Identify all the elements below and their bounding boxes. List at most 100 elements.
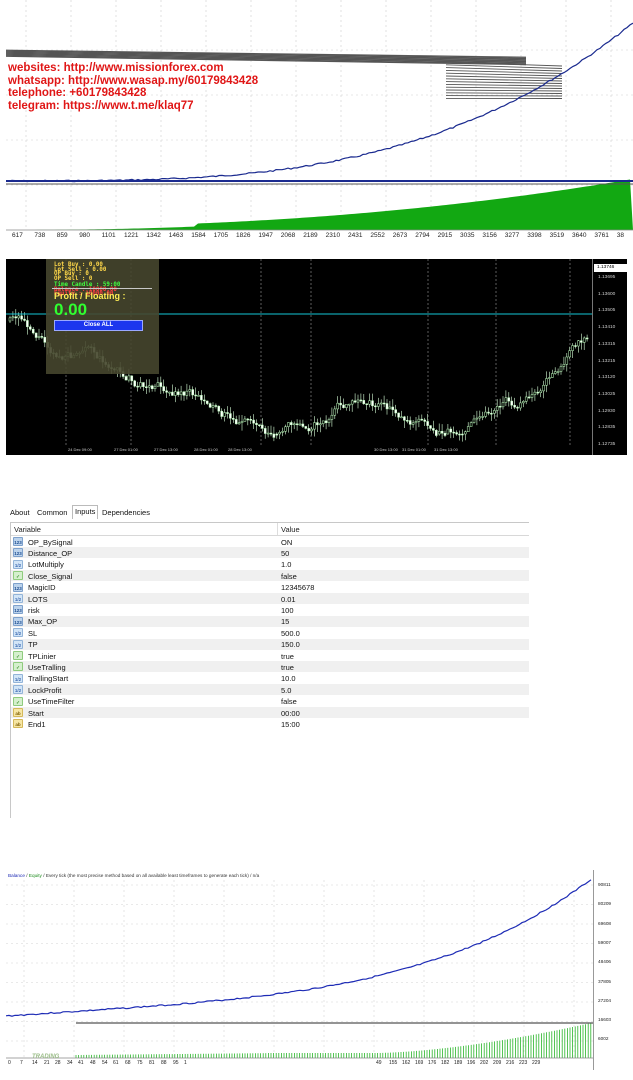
- variable-value[interactable]: false: [281, 572, 297, 581]
- variable-name: MagicID: [28, 583, 56, 593]
- candle-body: [275, 433, 279, 436]
- candle-body: [548, 377, 551, 379]
- variable-value[interactable]: 100: [281, 606, 294, 615]
- x-tick-label: 3398: [527, 232, 542, 239]
- variable-value[interactable]: 0.01: [281, 595, 296, 604]
- variable-name: UseTimeFilter: [28, 697, 75, 707]
- close-all-button[interactable]: Close ALL: [54, 320, 143, 331]
- variable-name: Distance_OP: [28, 548, 73, 558]
- candle-body: [330, 414, 334, 420]
- variable-value[interactable]: 1.0: [281, 560, 291, 569]
- candle-body: [139, 382, 142, 388]
- candle-body: [545, 378, 548, 386]
- candle-body: [571, 345, 574, 351]
- int-type-icon: 123: [13, 548, 23, 558]
- table-row[interactable]: 1/2 LockProfit 5.0: [11, 684, 529, 696]
- table-row[interactable]: ab Start 00:00: [11, 707, 529, 718]
- int-type-icon: 123: [13, 605, 23, 615]
- variable-name: risk: [28, 605, 40, 615]
- candle-body: [530, 394, 534, 398]
- x-tick-label: 202: [480, 1060, 489, 1066]
- equity-area: [6, 179, 633, 230]
- candle-body: [397, 412, 400, 418]
- variable-value[interactable]: ON: [281, 538, 292, 547]
- table-row[interactable]: 1/2 SL 500.0: [11, 627, 529, 638]
- table-row[interactable]: 123 OP_BySignal ON: [11, 536, 529, 547]
- column-variable[interactable]: Variable: [14, 525, 41, 534]
- table-row[interactable]: ✓ UseTralling true: [11, 661, 529, 673]
- candle-body: [316, 422, 319, 426]
- candle-body: [539, 390, 542, 393]
- candle-body: [159, 382, 163, 387]
- price-chart-panel[interactable]: Lot Buy : 0.00 Lot Sell : 0.00 OP Buy : 0O…: [6, 259, 627, 455]
- variable-value[interactable]: 150.0: [281, 640, 300, 649]
- candle-body: [423, 419, 426, 422]
- variable-value[interactable]: 12345678: [281, 583, 314, 592]
- x-tick-label: 3035: [460, 232, 475, 239]
- table-row[interactable]: ab End1 15:00: [11, 718, 529, 729]
- variable-value[interactable]: 500.0: [281, 629, 300, 638]
- column-value[interactable]: Value: [281, 525, 300, 534]
- candle-body: [301, 423, 305, 427]
- candle-body: [368, 400, 371, 405]
- x-tick-label: 223: [519, 1060, 528, 1066]
- variable-name: OP_BySignal: [28, 537, 73, 547]
- tab-dependencies[interactable]: Dependencies: [102, 508, 150, 517]
- time-tick-label: 28 Dec 01:00: [194, 447, 218, 452]
- variable-value[interactable]: 00:00: [281, 709, 300, 718]
- candle-body: [287, 422, 290, 427]
- candle-body: [23, 318, 26, 321]
- variable-value[interactable]: false: [281, 697, 297, 706]
- tester-x-axis: 617 738 859 980 1101 1221 1342 1463 1584 1705 1826…: [6, 232, 633, 244]
- table-row[interactable]: 1/2 LotMultiply 1.0: [11, 559, 529, 570]
- candle-body: [336, 402, 339, 410]
- price-tick-label: 1.13120: [598, 375, 616, 381]
- table-row[interactable]: 123 MagicID 12345678: [11, 582, 529, 593]
- candle-body: [156, 382, 160, 387]
- variable-name: TPLinier: [28, 651, 56, 661]
- table-row[interactable]: 1/2 TrallingStart 10.0: [11, 673, 529, 684]
- candle-body: [327, 419, 331, 423]
- graph-title: Balance / Equity / Every tick (the most …: [8, 873, 259, 878]
- candle-body: [17, 315, 20, 319]
- variable-value[interactable]: 5.0: [281, 686, 291, 695]
- variable-value[interactable]: 10.0: [281, 674, 296, 683]
- x-tick-label: 1342: [146, 232, 161, 239]
- variable-value[interactable]: true: [281, 652, 294, 661]
- table-row[interactable]: 123 Max_OP 15: [11, 615, 529, 627]
- table-row[interactable]: 123 Distance_OP 50: [11, 547, 529, 559]
- x-tick-label: 2915: [437, 232, 453, 239]
- price-tick-label: 1.13695: [598, 275, 616, 280]
- candle-body: [437, 430, 441, 435]
- variable-value[interactable]: 50: [281, 549, 289, 558]
- x-tick-label: 3277: [504, 232, 520, 239]
- y-tick-label: 37805: [598, 978, 612, 984]
- price-tick-label: 1.13505: [598, 308, 616, 314]
- table-row[interactable]: 1/2 TP 150.0: [11, 638, 529, 650]
- candle-body: [533, 391, 537, 395]
- x-tick-label: 3519: [549, 232, 565, 239]
- variable-value[interactable]: 15:00: [281, 720, 300, 729]
- tab-common[interactable]: Common: [37, 508, 67, 517]
- candle-body: [313, 422, 316, 430]
- candle-body: [182, 391, 186, 396]
- table-row[interactable]: 123 risk 100: [11, 604, 529, 615]
- x-tick-label: 14: [32, 1060, 38, 1066]
- variable-name: LockProfit: [28, 685, 62, 695]
- candle-body: [362, 400, 366, 404]
- variable-value[interactable]: 15: [281, 617, 289, 626]
- candle-body: [205, 400, 209, 404]
- candle-body: [440, 430, 444, 434]
- tab-about[interactable]: About: [10, 508, 30, 517]
- variable-value[interactable]: true: [281, 663, 294, 672]
- tab-inputs[interactable]: Inputs: [72, 505, 99, 519]
- table-row[interactable]: ✓ TPLinier true: [11, 650, 529, 661]
- table-row[interactable]: ✓ UseTimeFilter false: [11, 696, 529, 707]
- candle-body: [168, 391, 171, 394]
- dbl-type-icon: 1/2: [13, 594, 23, 603]
- candle-body: [391, 406, 395, 410]
- candle-body: [553, 371, 557, 374]
- table-row[interactable]: ✓ Close_Signal false: [11, 570, 529, 582]
- table-row[interactable]: 1/2 LOTS 0.01: [11, 593, 529, 604]
- time-tick-label: 27 Dec 13:00: [154, 447, 178, 452]
